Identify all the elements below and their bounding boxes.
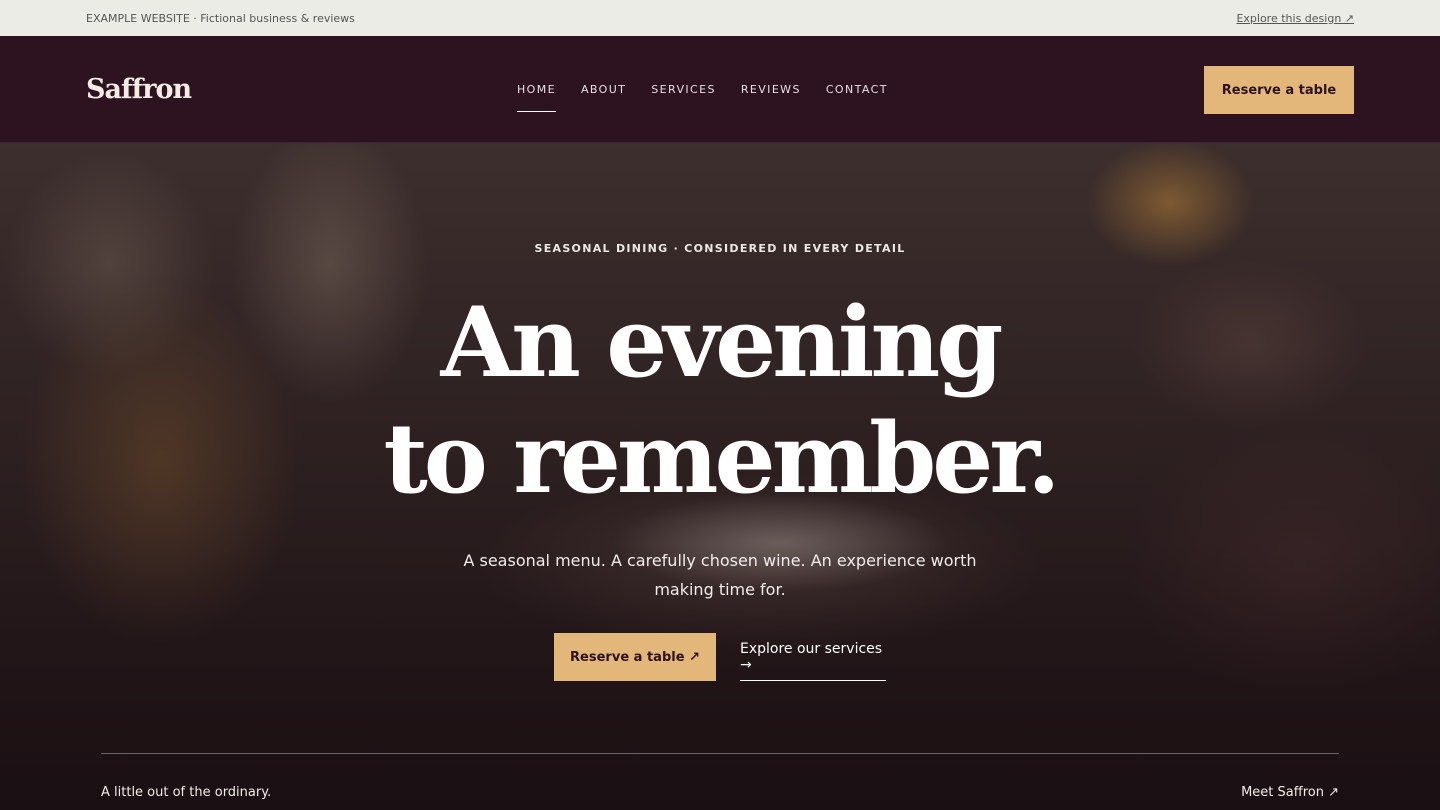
nav-reviews[interactable]: REVIEWS (741, 36, 801, 143)
reserve-table-button[interactable]: Reserve a table (1204, 66, 1354, 114)
hero-reserve-button[interactable]: Reserve a table ↗ (554, 633, 716, 681)
headline-line-1: An evening (440, 286, 1004, 399)
top-announcement-bar: EXAMPLE WEBSITE · Fictional business & r… (0, 0, 1440, 36)
main-nav: HOME ABOUT SERVICES REVIEWS CONTACT (517, 36, 888, 143)
nav-about[interactable]: ABOUT (581, 36, 626, 143)
site-header: Saffron HOME ABOUT SERVICES REVIEWS CONT… (0, 36, 1440, 143)
hero-tagline: A little out of the ordinary. (101, 785, 272, 800)
logo[interactable]: Saffron (86, 74, 192, 105)
explore-design-link[interactable]: Explore this design ↗ (1236, 12, 1354, 25)
nav-contact[interactable]: CONTACT (826, 36, 888, 143)
nav-services[interactable]: SERVICES (651, 36, 716, 143)
hero-headline: An evening to remember. (0, 285, 1440, 517)
nav-home[interactable]: HOME (517, 36, 556, 143)
topbar-label: EXAMPLE WEBSITE · Fictional business & r… (86, 11, 355, 25)
meet-saffron-link[interactable]: Meet Saffron ↗ (1241, 785, 1339, 800)
hero-divider (101, 753, 1339, 754)
hero-eyebrow: SEASONAL DINING · CONSIDERED IN EVERY DE… (534, 242, 906, 255)
hero-subtext: A seasonal menu. A carefully chosen wine… (463, 551, 977, 599)
explore-services-link[interactable]: Explore our services → (740, 633, 886, 681)
hero-section: SEASONAL DINING · CONSIDERED IN EVERY DE… (0, 143, 1440, 810)
headline-line-2: to remember. (383, 402, 1060, 515)
